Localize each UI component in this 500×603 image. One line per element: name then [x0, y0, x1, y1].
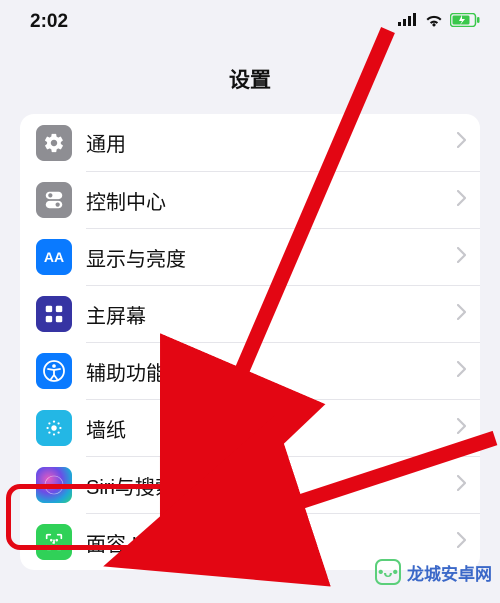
- row-control-center[interactable]: 控制中心: [20, 171, 480, 228]
- row-label: 控制中心: [86, 186, 166, 215]
- row-general[interactable]: 通用: [20, 114, 480, 171]
- chevron-right-icon: [457, 132, 466, 153]
- wifi-icon: [424, 13, 444, 32]
- row-label: 显示与亮度: [86, 243, 186, 272]
- chevron-right-icon: [457, 475, 466, 496]
- status-bar: 2:02: [0, 0, 500, 44]
- status-indicators: [398, 13, 480, 32]
- row-label: 通用: [86, 128, 126, 157]
- faceid-icon: [36, 524, 72, 560]
- wallpaper-icon: [36, 410, 72, 446]
- row-label: Siri与搜索: [86, 471, 175, 500]
- chevron-right-icon: [457, 190, 466, 211]
- status-time: 2:02: [30, 11, 68, 33]
- page-title: 设置: [229, 64, 271, 94]
- row-accessibility[interactable]: 辅助功能: [20, 342, 480, 399]
- chevron-right-icon: [457, 532, 466, 553]
- row-home-screen[interactable]: 主屏幕: [20, 285, 480, 342]
- general-icon: [36, 125, 72, 161]
- watermark-icon: •ᴗ•: [375, 559, 401, 585]
- control-center-icon: [36, 182, 72, 218]
- row-label: 主屏幕: [86, 300, 146, 329]
- row-wallpaper[interactable]: 墙纸: [20, 399, 480, 456]
- watermark: •ᴗ• 龙城安卓网: [375, 559, 492, 585]
- row-label: 辅助功能: [86, 357, 166, 386]
- screen: 2:02 设置 通用: [0, 0, 500, 603]
- row-display-brightness[interactable]: AA 显示与亮度: [20, 228, 480, 285]
- watermark-text: 龙城安卓网: [407, 560, 492, 585]
- row-siri-search[interactable]: Siri与搜索: [20, 456, 480, 513]
- home-screen-icon: [36, 296, 72, 332]
- row-label: 墙纸: [86, 414, 126, 443]
- display-brightness-icon: AA: [36, 239, 72, 275]
- row-label: 面容 ID与密码: [86, 528, 212, 557]
- battery-charging-icon: [450, 13, 480, 32]
- accessibility-icon: [36, 353, 72, 389]
- cellular-icon: [398, 13, 418, 31]
- chevron-right-icon: [457, 304, 466, 325]
- settings-group: 通用 控制中心 AA 显示与亮度: [20, 114, 480, 570]
- chevron-right-icon: [457, 418, 466, 439]
- chevron-right-icon: [457, 247, 466, 268]
- chevron-right-icon: [457, 361, 466, 382]
- header: 设置: [0, 44, 500, 114]
- siri-icon: [36, 467, 72, 503]
